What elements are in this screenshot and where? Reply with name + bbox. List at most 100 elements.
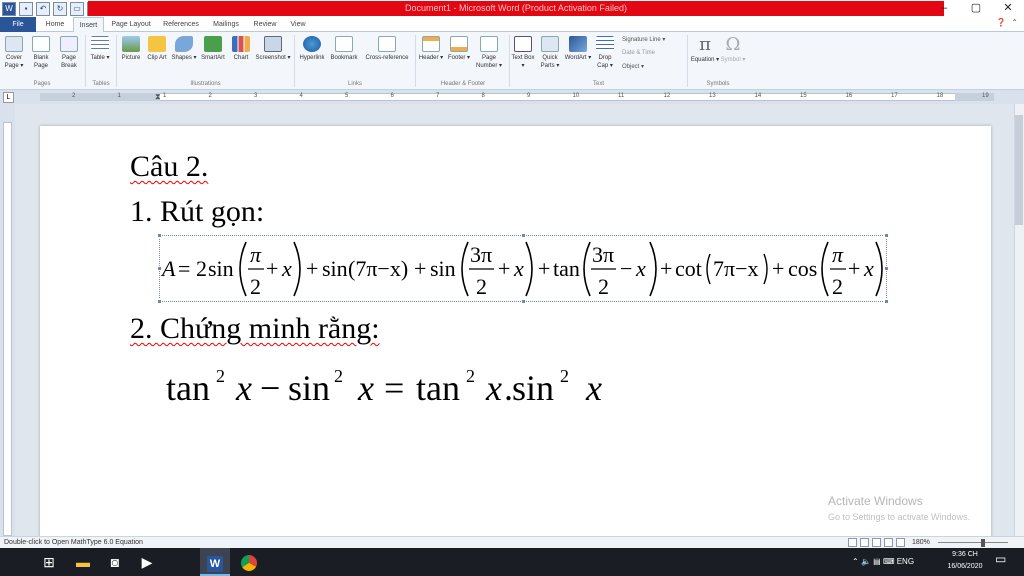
outline-view-icon[interactable] <box>884 538 893 547</box>
eq-x: x <box>281 256 292 281</box>
clock[interactable]: 9:36 CH 16/06/2020 <box>940 549 990 573</box>
header-button[interactable]: Header ▾ <box>418 36 444 62</box>
quick-parts-label: Quick Parts ▾ <box>540 55 560 69</box>
text-box-label: Text Box ▾ <box>511 55 535 69</box>
full-screen-view-icon[interactable] <box>860 538 869 547</box>
wordart-button[interactable]: WordArt ▾ <box>564 36 592 62</box>
zoom-level[interactable]: 180% <box>912 537 930 548</box>
status-message: Double-click to Open MathType 6.0 Equati… <box>4 539 143 546</box>
group-symbols-label: Symbols <box>706 81 730 87</box>
page-break-button[interactable]: Page Break <box>56 36 82 70</box>
camera-app-icon[interactable]: ◙ <box>100 548 130 576</box>
shapes-button[interactable]: Shapes ▾ <box>170 36 198 62</box>
keyboard-icon[interactable]: ⌨ <box>883 557 895 566</box>
wordart-label: WordArt ▾ <box>564 55 592 61</box>
signature-line-button[interactable]: Signature Line ▾ <box>622 35 665 45</box>
bookmark-button[interactable]: Bookmark <box>328 36 360 62</box>
eq-var-a: A <box>160 256 176 281</box>
word-taskbar-icon[interactable]: W <box>200 548 230 576</box>
header-label: Header ▾ <box>418 55 444 61</box>
new-document-icon[interactable]: ▭ <box>70 1 84 16</box>
maximize-button[interactable]: ▢ <box>960 0 992 17</box>
eq-sin-arg: (7π−x) <box>348 256 408 281</box>
smartart-label: SmartArt <box>201 55 225 61</box>
chart-label: Chart <box>233 55 249 61</box>
eq-equals: = <box>178 256 190 281</box>
equation-button[interactable]: π Equation ▾ <box>690 34 720 64</box>
picture-button[interactable]: Picture <box>118 36 144 62</box>
ruler-number: 10 <box>572 93 580 99</box>
media-player-icon[interactable]: ▶ <box>132 548 162 576</box>
chart-button[interactable]: Chart <box>229 36 253 62</box>
screenshot-button[interactable]: Screenshot ▾ <box>254 36 292 62</box>
activate-windows-watermark: Activate Windows <box>828 494 923 508</box>
web-layout-view-icon[interactable] <box>872 538 881 547</box>
eq-plus: + <box>660 256 672 281</box>
eq2-tan: tan <box>416 368 460 408</box>
ruler-number: 2 <box>208 93 212 99</box>
equation-1[interactable]: A = 2 sin π 2 + x + sin (7π−x) + sin 3π … <box>160 238 886 300</box>
doc-item-1[interactable]: 1. Rút gọn: <box>130 195 264 229</box>
eq-minus: − <box>620 256 632 281</box>
close-button[interactable]: ✕ <box>992 0 1024 17</box>
ruler-number: 3 <box>254 93 258 99</box>
save-icon[interactable]: ▪ <box>19 1 33 16</box>
doc-item-2[interactable]: 2. Chứng minh rằng: <box>130 312 380 346</box>
clip-art-button[interactable]: Clip Art <box>146 36 168 62</box>
drop-cap-button[interactable]: Drop Cap ▾ <box>593 36 617 70</box>
help-icon[interactable]: ❓ <box>996 18 1006 27</box>
smartart-button[interactable]: SmartArt <box>198 36 228 62</box>
chrome-icon[interactable] <box>234 548 264 576</box>
tab-mailings[interactable]: Mailings <box>206 17 246 32</box>
cover-page-button[interactable]: Cover Page ▾ <box>2 36 26 70</box>
tab-file[interactable]: File <box>0 17 36 32</box>
redo-icon[interactable]: ↻ <box>53 1 67 16</box>
eq-plus: + <box>266 256 278 281</box>
equation-2[interactable]: tan 2 x − sin 2 x = tan 2 x . sin 2 x <box>166 362 626 412</box>
blank-page-button[interactable]: Blank Page <box>28 36 54 70</box>
cross-reference-icon <box>378 36 396 52</box>
notification-icon[interactable]: ▭ <box>995 552 1006 566</box>
minimize-ribbon-icon[interactable]: ⌃ <box>1011 18 1018 27</box>
tab-insert[interactable]: Insert <box>73 17 104 33</box>
scrollbar-thumb[interactable] <box>1015 115 1023 225</box>
ruler-number: 15 <box>800 93 807 99</box>
group-separator <box>415 35 416 87</box>
tab-page-layout[interactable]: Page Layout <box>106 17 156 32</box>
tab-references[interactable]: References <box>158 17 204 32</box>
start-windows-icon[interactable]: ⊞ <box>34 548 64 576</box>
eq-two: 2 <box>598 274 609 299</box>
print-layout-view-icon[interactable] <box>848 538 857 547</box>
volume-icon[interactable]: 🔈 <box>861 557 871 566</box>
cover-page-icon <box>5 36 23 52</box>
hyperlink-button[interactable]: Hyperlink <box>296 36 328 62</box>
pi-icon: π <box>699 34 711 55</box>
language-indicator[interactable]: ENG <box>897 557 914 566</box>
cross-reference-button[interactable]: Cross-reference <box>361 36 413 62</box>
tray-expand-icon[interactable]: ⌃ <box>852 557 859 566</box>
zoom-slider-thumb[interactable] <box>981 539 985 547</box>
page-number-button[interactable]: Page Number ▾ <box>472 36 506 70</box>
object-button[interactable]: Object ▾ <box>622 62 644 72</box>
quick-parts-button[interactable]: Quick Parts ▾ <box>536 36 564 70</box>
symbol-button[interactable]: Ω Symbol ▾ <box>720 34 746 64</box>
paren-right <box>525 241 533 297</box>
minimize-button[interactable]: – <box>928 0 960 17</box>
tab-home[interactable]: Home <box>38 17 72 32</box>
draft-view-icon[interactable] <box>896 538 905 547</box>
zoom-slider[interactable] <box>938 542 1008 543</box>
tab-review[interactable]: Review <box>248 17 282 32</box>
undo-icon[interactable]: ↶ <box>36 1 50 16</box>
date-time-button[interactable]: Date & Time <box>622 48 655 58</box>
text-box-button[interactable]: Text Box ▾ <box>511 36 535 70</box>
doc-heading[interactable]: Câu 2. <box>130 150 208 184</box>
footer-button[interactable]: Footer ▾ <box>446 36 472 62</box>
file-explorer-icon[interactable]: ▬ <box>68 548 98 576</box>
network-icon[interactable]: ▤ <box>873 557 881 566</box>
paren-right <box>293 241 301 297</box>
eq-two: 2 <box>476 274 487 299</box>
group-header-footer-label: Header & Footer <box>440 81 486 87</box>
tab-view[interactable]: View <box>284 17 312 32</box>
table-button[interactable]: Table ▾ <box>88 36 112 62</box>
clock-date: 16/06/2020 <box>947 563 983 570</box>
